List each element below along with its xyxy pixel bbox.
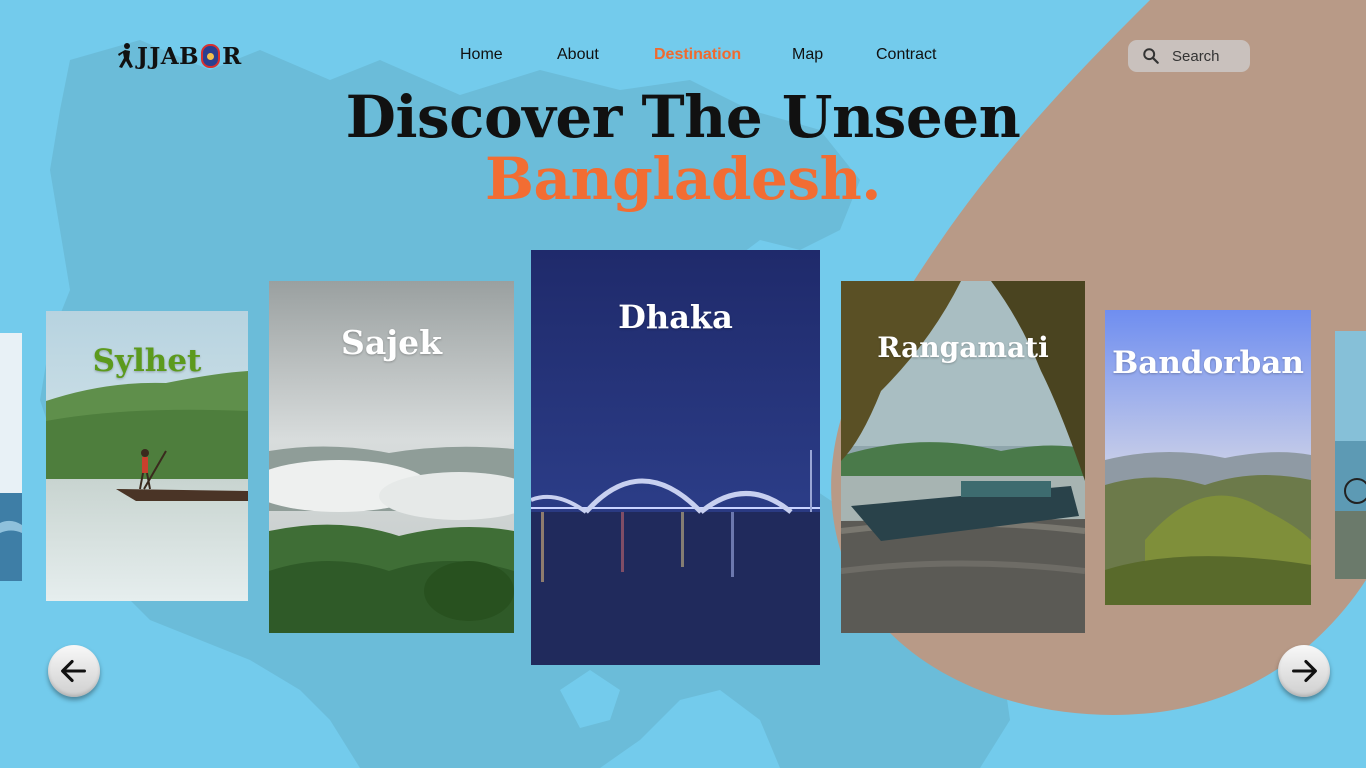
destination-card-sylhet[interactable]: Sylhet [46, 311, 248, 601]
hero-headline: Discover The Unseen Bangladesh. [0, 86, 1366, 210]
card-title-sajek: Sajek [340, 323, 442, 362]
logo-text-right: R [222, 42, 242, 70]
nav-destination[interactable]: Destination [654, 46, 741, 64]
search-icon [1143, 48, 1159, 64]
carousel-card-partial-right[interactable] [1335, 331, 1366, 579]
nav-contract[interactable]: Contract [876, 46, 936, 64]
destination-card-rangamati[interactable]: Rangamati [841, 281, 1085, 633]
card-title-dhaka: Dhaka [618, 298, 733, 336]
hero-line-2: Bangladesh. [485, 145, 881, 213]
destination-card-sajek[interactable]: Sajek [269, 281, 514, 633]
logo-text-mid: JAB [149, 42, 200, 70]
arrow-left-icon [61, 659, 86, 683]
card-title-sylhet: Sylhet [92, 343, 202, 379]
carousel-card-partial-left[interactable] [0, 333, 22, 581]
carousel-next-button[interactable] [1278, 645, 1330, 697]
logo-emblem-icon [201, 44, 221, 68]
search-input[interactable] [1172, 47, 1242, 65]
traveler-icon [118, 43, 133, 68]
destination-card-dhaka[interactable]: Dhaka [531, 250, 820, 665]
card-title-bandorban: Bandorban [1112, 345, 1304, 381]
nav-about[interactable]: About [557, 46, 599, 64]
search-box[interactable] [1128, 40, 1250, 72]
nav-home[interactable]: Home [460, 46, 503, 64]
logo-text-left: J [137, 42, 149, 70]
brand-logo[interactable]: J JAB R [116, 40, 242, 72]
carousel-prev-button[interactable] [48, 645, 100, 697]
nav-map[interactable]: Map [792, 46, 823, 64]
hero-line-1: Discover The Unseen [345, 83, 1021, 151]
arrow-right-icon [1292, 659, 1317, 683]
destination-card-bandorban[interactable]: Bandorban [1105, 310, 1311, 605]
card-title-rangamati: Rangamati [877, 331, 1049, 364]
